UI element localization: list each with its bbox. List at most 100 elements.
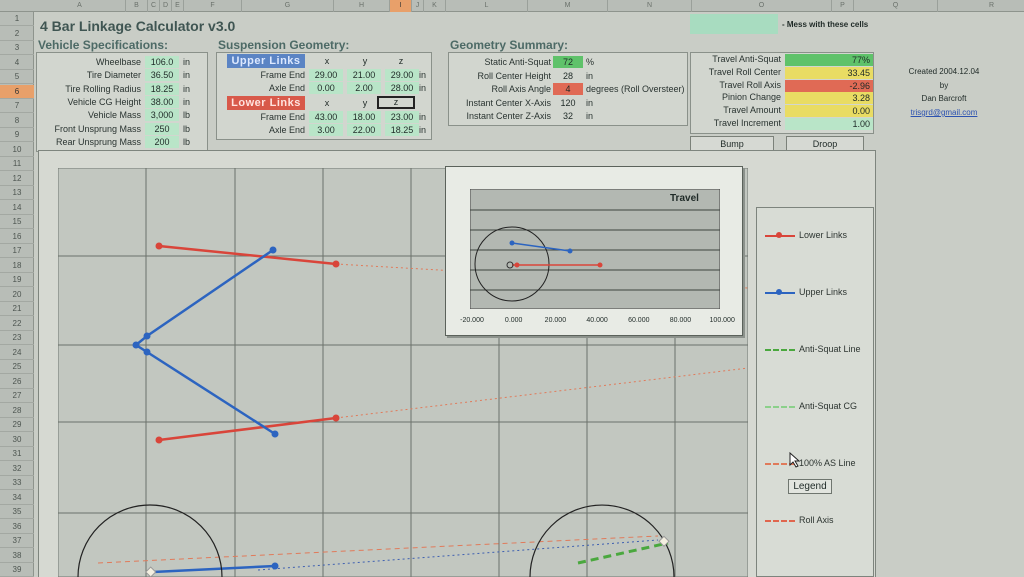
upper-z-value[interactable]: 28.00 bbox=[385, 82, 419, 94]
summary-label: Roll Center Height bbox=[477, 70, 551, 81]
row-34-header[interactable]: 34 bbox=[0, 491, 34, 505]
row-37-header[interactable]: 37 bbox=[0, 534, 34, 548]
row-30-header[interactable]: 30 bbox=[0, 433, 34, 447]
column-m-header[interactable]: M bbox=[528, 0, 608, 12]
travel-plot bbox=[470, 189, 720, 309]
row-15-header[interactable]: 15 bbox=[0, 215, 34, 229]
vehicle-spec-label: Front Unsprung Mass bbox=[54, 123, 141, 134]
row-24-header[interactable]: 24 bbox=[0, 346, 34, 360]
row-12-header[interactable]: 12 bbox=[0, 172, 34, 186]
column-j-header[interactable]: J bbox=[412, 0, 424, 12]
row-27-header[interactable]: 27 bbox=[0, 389, 34, 403]
row-8-header[interactable]: 8 bbox=[0, 114, 34, 128]
column-n-header[interactable]: N bbox=[608, 0, 692, 12]
row-11-header[interactable]: 11 bbox=[0, 157, 34, 171]
upper-x-value[interactable]: 29.00 bbox=[309, 69, 343, 81]
row-6-header[interactable]: 6 bbox=[0, 84, 34, 99]
row-7-header[interactable]: 7 bbox=[0, 99, 34, 113]
vehicle-spec-value[interactable]: 18.25 bbox=[145, 82, 179, 95]
row-26-header[interactable]: 26 bbox=[0, 375, 34, 389]
vehicle-spec-value[interactable]: 38.00 bbox=[145, 95, 179, 108]
summary-value: 32 bbox=[562, 111, 573, 121]
row-23-header[interactable]: 23 bbox=[0, 331, 34, 345]
vehicle-spec-value[interactable]: 106.0 bbox=[145, 56, 179, 68]
column-c-header[interactable]: C bbox=[148, 0, 160, 12]
travel-result-label: Travel Anti-Squat bbox=[712, 54, 781, 64]
summary-value: 4 bbox=[553, 83, 583, 95]
column-h-header[interactable]: H bbox=[334, 0, 390, 12]
column-a-header[interactable]: A bbox=[34, 0, 126, 12]
legend-button[interactable]: Legend bbox=[788, 479, 832, 494]
row-18-header[interactable]: 18 bbox=[0, 259, 34, 273]
row-20-header[interactable]: 20 bbox=[0, 288, 34, 302]
row-19-header[interactable]: 19 bbox=[0, 273, 34, 287]
upper-y-value[interactable]: 21.00 bbox=[347, 69, 381, 81]
lower-y-label: y bbox=[362, 98, 368, 108]
row-4-header[interactable]: 4 bbox=[0, 56, 34, 70]
row-17-header[interactable]: 17 bbox=[0, 244, 34, 258]
column-l-header[interactable]: L bbox=[446, 0, 528, 12]
upper-x-value[interactable]: 0.00 bbox=[309, 82, 343, 94]
travel-result-value: -2.96 bbox=[785, 79, 873, 92]
column-header: ABCDEFGHIJKLMNOPQR bbox=[0, 0, 1024, 12]
travel-tick-label: 100.000 bbox=[709, 317, 735, 324]
vehicle-spec-value[interactable]: 250 bbox=[145, 122, 179, 135]
row-29-header[interactable]: 29 bbox=[0, 418, 34, 432]
row-10-header[interactable]: 10 bbox=[0, 143, 34, 157]
column-q-header[interactable]: Q bbox=[854, 0, 938, 12]
column-p-header[interactable]: P bbox=[832, 0, 854, 12]
vehicle-specs-panel: Wheelbase 106.0 in Tire Diameter 36.50 in Tire… bbox=[36, 52, 208, 152]
lower-y-value[interactable]: 22.00 bbox=[347, 124, 381, 136]
row-13-header[interactable]: 13 bbox=[0, 186, 34, 200]
row-2-header[interactable]: 2 bbox=[0, 27, 34, 41]
row-39-header[interactable]: 39 bbox=[0, 563, 34, 577]
upper-z-value[interactable]: 29.00 bbox=[385, 69, 419, 81]
lower-x-value[interactable]: 3.00 bbox=[309, 124, 343, 136]
row-25-header[interactable]: 25 bbox=[0, 360, 34, 374]
column-g-header[interactable]: G bbox=[242, 0, 334, 12]
row-9-header[interactable]: 9 bbox=[0, 128, 34, 142]
lower-z-label-selected[interactable]: z bbox=[377, 96, 415, 109]
upper-link-row-label: Frame End bbox=[260, 70, 305, 80]
column-o-header[interactable]: O bbox=[692, 0, 832, 12]
credit-email-link[interactable]: trisgrd@gmail.com bbox=[898, 108, 990, 117]
column-b-header[interactable]: B bbox=[126, 0, 148, 12]
travel-result-value[interactable]: 1.00 bbox=[785, 118, 873, 130]
summary-label: Static Anti-Squat bbox=[484, 57, 551, 67]
column-e-header[interactable]: E bbox=[172, 0, 184, 12]
column-d-header[interactable]: D bbox=[160, 0, 172, 12]
summary-unit: in bbox=[586, 70, 594, 81]
vehicle-spec-value[interactable]: 3,000 bbox=[145, 109, 179, 122]
row-22-header[interactable]: 22 bbox=[0, 317, 34, 331]
column-r-header[interactable]: R bbox=[938, 0, 1024, 12]
upper-x-label: x bbox=[324, 56, 330, 66]
lower-x-label: x bbox=[324, 98, 330, 108]
travel-tick-label: 40.000 bbox=[586, 317, 608, 324]
column-f-header[interactable]: F bbox=[184, 0, 242, 12]
row-35-header[interactable]: 35 bbox=[0, 505, 34, 519]
row-32-header[interactable]: 32 bbox=[0, 462, 34, 476]
lower-z-value[interactable]: 23.00 bbox=[385, 111, 419, 123]
row-36-header[interactable]: 36 bbox=[0, 520, 34, 534]
row-14-header[interactable]: 14 bbox=[0, 201, 34, 215]
row-21-header[interactable]: 21 bbox=[0, 302, 34, 316]
lower-z-value[interactable]: 18.25 bbox=[385, 124, 419, 136]
column-k-header[interactable]: K bbox=[424, 0, 446, 12]
row-1-header[interactable]: 1 bbox=[0, 12, 34, 26]
travel-result-value[interactable]: 0.00 bbox=[785, 105, 873, 118]
travel-panel: Travel Anti-Squat 77% Travel Roll Center 33… bbox=[690, 52, 874, 134]
vehicle-spec-value[interactable]: 36.50 bbox=[145, 69, 179, 82]
row-33-header[interactable]: 33 bbox=[0, 476, 34, 490]
lower-x-value[interactable]: 43.00 bbox=[309, 111, 343, 123]
row-5-header[interactable]: 5 bbox=[0, 70, 34, 84]
row-3-header[interactable]: 3 bbox=[0, 41, 34, 55]
vehicle-spec-value[interactable]: 200 bbox=[145, 135, 179, 148]
column-i-header[interactable]: I bbox=[390, 0, 412, 12]
row-38-header[interactable]: 38 bbox=[0, 549, 34, 563]
row-28-header[interactable]: 28 bbox=[0, 404, 34, 418]
lower-y-value[interactable]: 18.00 bbox=[347, 111, 381, 123]
summary-value: 28 bbox=[562, 70, 573, 81]
row-31-header[interactable]: 31 bbox=[0, 447, 34, 461]
row-16-header[interactable]: 16 bbox=[0, 230, 34, 244]
upper-y-value[interactable]: 2.00 bbox=[347, 82, 381, 94]
